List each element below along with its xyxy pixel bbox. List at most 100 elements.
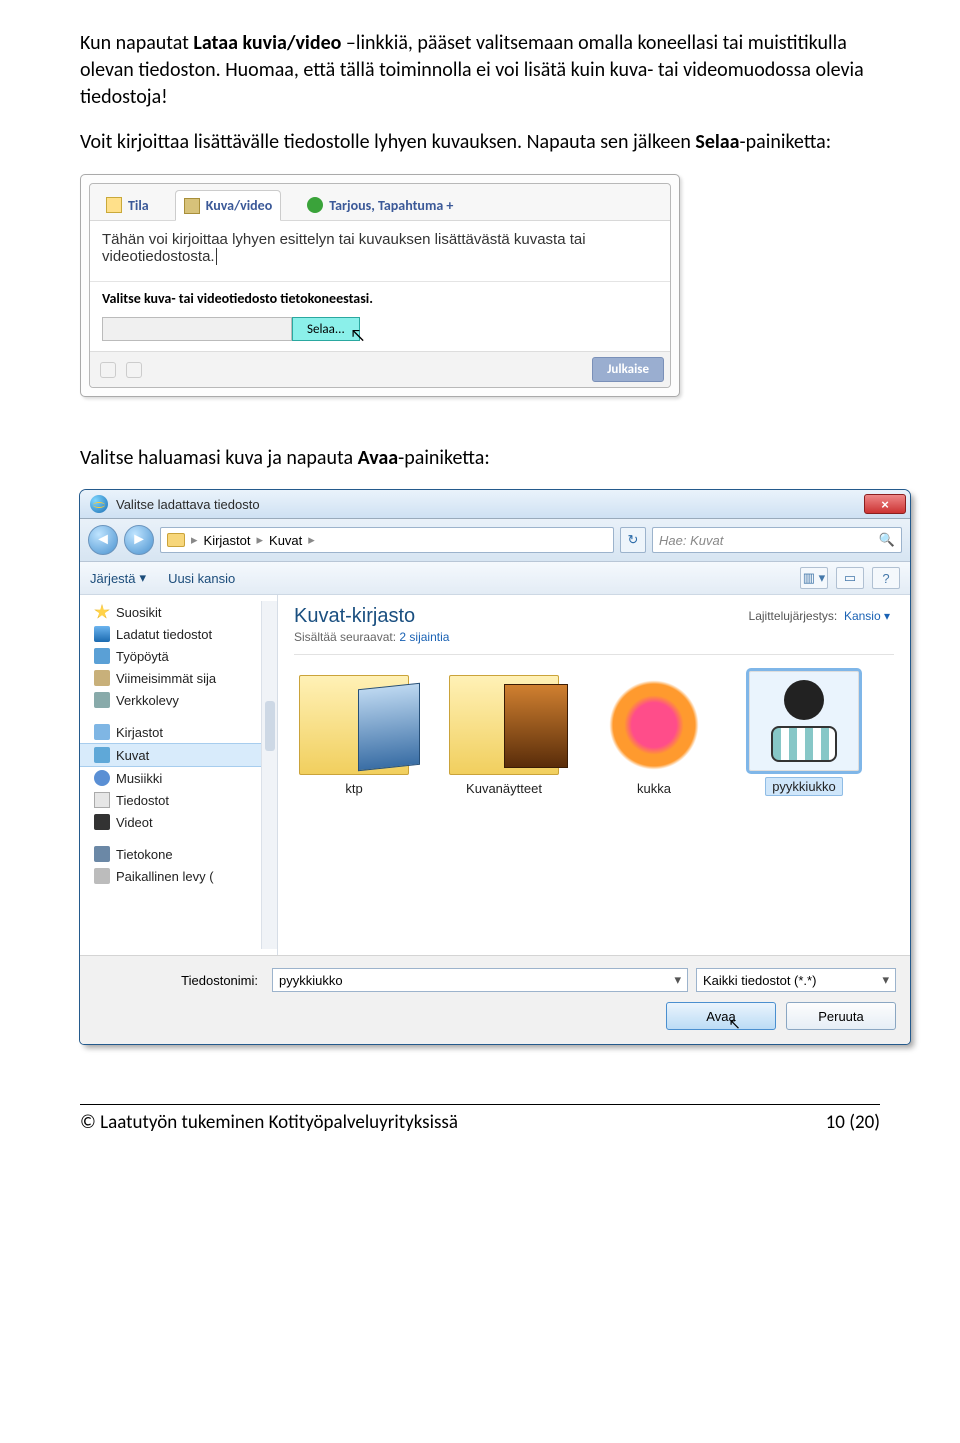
nav-computer[interactable]: Tietokone <box>80 843 277 865</box>
nav-documents[interactable]: Tiedostot <box>80 789 277 811</box>
breadcrumb-root: Kirjastot <box>204 533 251 548</box>
new-folder-label: Uusi kansio <box>168 571 235 586</box>
tab-offer-label: Tarjous, Tapahtuma + <box>329 197 453 214</box>
chevron-down-icon[interactable]: ▾ <box>674 972 681 988</box>
lib-sub-pre: Sisältää seuraavat: <box>294 630 399 644</box>
paragraph-2: Voit kirjoittaa lisättävälle tiedostolle… <box>80 129 880 156</box>
chevron-right-icon: ▸ <box>306 532 317 548</box>
open-button[interactable]: Avaa ↖ <box>666 1002 776 1030</box>
folder-icon <box>167 533 185 547</box>
sort-label: Lajittelujärjestys: <box>749 609 838 623</box>
nav-libraries[interactable]: Kirjastot <box>80 721 277 743</box>
open-file-dialog: Valitse ladattava tiedosto × ◄ ► ▸ Kirja… <box>80 490 910 1044</box>
refresh-button[interactable]: ↻ <box>620 527 646 553</box>
nav-downloads[interactable]: Ladatut tiedostot <box>80 623 277 645</box>
chevron-down-icon: ▾ <box>882 972 889 988</box>
composer-text: Tähän voi kirjoittaa lyhyen esittelyn ta… <box>102 231 586 265</box>
sort-value-link[interactable]: Kansio ▾ <box>844 609 890 623</box>
pictures-icon <box>94 747 110 763</box>
para3-post: -painiketta: <box>398 446 490 470</box>
chevron-down-icon: ▾ <box>140 570 147 586</box>
photo-icon <box>184 198 200 214</box>
tab-photo-video[interactable]: Kuva/video <box>175 190 282 221</box>
videos-icon <box>94 814 110 830</box>
filename-input[interactable]: pyykkiukko ▾ <box>272 968 688 992</box>
nav-music[interactable]: Musiikki <box>80 767 277 789</box>
sort-value-label: Kansio <box>844 609 881 623</box>
dialog-footer: Tiedostonimi: pyykkiukko ▾ Kaikki tiedos… <box>80 955 910 1044</box>
nav-network[interactable]: Verkkolevy <box>80 689 277 711</box>
computer-icon <box>94 846 110 862</box>
lib-locations-link[interactable]: 2 sijaintia <box>399 630 449 644</box>
nav-favorites[interactable]: Suosikit <box>80 601 277 623</box>
item-ktp[interactable]: ktp <box>294 675 414 796</box>
nav-local-disk[interactable]: Paikallinen levy ( <box>80 865 277 887</box>
cursor-icon: ↖ <box>728 1015 741 1033</box>
item-kukka[interactable]: kukka <box>594 675 714 796</box>
dialog-navbar: ◄ ► ▸ Kirjastot ▸ Kuvat ▸ ↻ Hae: Kuvat 🔍 <box>80 519 910 562</box>
para2-pre: Voit kirjoittaa lisättävälle tiedostolle… <box>80 130 695 154</box>
tab-photo-label: Kuva/video <box>206 197 273 214</box>
documents-icon <box>94 792 110 808</box>
view-mode-button[interactable]: ▥ ▾ <box>800 567 828 589</box>
item-label: kukka <box>594 781 714 796</box>
footer-right: 10 (20) <box>826 1111 880 1134</box>
item-label: ktp <box>294 781 414 796</box>
nav-pictures[interactable]: Kuvat <box>80 743 277 767</box>
para3-pre: Valitse haluamasi kuva ja napauta <box>80 446 358 470</box>
item-pyykkiukko[interactable]: pyykkiukko <box>744 671 864 796</box>
music-icon <box>94 770 110 786</box>
dialog-title: Valitse ladattava tiedosto <box>116 497 260 512</box>
paragraph-3: Valitse haluamasi kuva ja napauta Avaa-p… <box>80 445 880 472</box>
cancel-button[interactable]: Peruuta <box>786 1002 896 1030</box>
item-label: pyykkiukko <box>772 779 836 794</box>
nav-videos[interactable]: Videot <box>80 811 277 833</box>
document-footer: © Laatutyön tukeminen Kotityöpalveluyrit… <box>80 1104 880 1134</box>
publish-button[interactable]: Julkaise <box>592 357 664 382</box>
organize-menu[interactable]: Järjestä ▾ <box>90 570 146 586</box>
nav-favorites-label: Suosikit <box>116 605 162 620</box>
libraries-icon <box>94 724 110 740</box>
help-button[interactable]: ? <box>872 567 900 589</box>
composer-textarea[interactable]: Tähän voi kirjoittaa lyhyen esittelyn ta… <box>90 221 670 281</box>
forward-button[interactable]: ► <box>124 525 154 555</box>
nav-network-label: Verkkolevy <box>116 693 179 708</box>
filetype-select[interactable]: Kaikki tiedostot (*.*) ▾ <box>696 968 896 992</box>
new-folder-button[interactable]: Uusi kansio <box>168 570 235 586</box>
nav-desktop-label: Työpöytä <box>116 649 169 664</box>
folder-icon <box>299 675 409 775</box>
sort-order: Lajittelujärjestys: Kansio ▾ <box>749 609 890 623</box>
search-placeholder: Hae: Kuvat <box>659 533 723 548</box>
item-label: Kuvanäytteet <box>444 781 564 796</box>
search-input[interactable]: Hae: Kuvat 🔍 <box>652 527 902 553</box>
preview-pane-button[interactable]: ▭ <box>836 567 864 589</box>
back-button[interactable]: ◄ <box>88 525 118 555</box>
tab-offer-event[interactable]: Tarjous, Tapahtuma + <box>299 191 461 220</box>
close-button[interactable]: × <box>864 494 906 514</box>
nav-recent[interactable]: Viimeisimmät sija <box>80 667 277 689</box>
nav-scrollbar[interactable] <box>261 601 277 949</box>
close-icon: × <box>881 497 889 512</box>
nav-documents-label: Tiedostot <box>116 793 169 808</box>
image-thumbnail <box>599 675 709 775</box>
tab-status-label: Tila <box>128 197 149 214</box>
footer-left: © Laatutyön tukeminen Kotityöpalveluyrit… <box>80 1111 458 1134</box>
dialog-toolbar: Järjestä ▾ Uusi kansio ▥ ▾ ▭ ? <box>80 562 910 595</box>
file-path-field[interactable] <box>102 317 292 341</box>
filetype-label: Kaikki tiedostot (*.*) <box>703 973 816 988</box>
para1-bold: Lataa kuvia/video <box>193 31 341 55</box>
ie-icon <box>90 495 108 513</box>
nav-desktop[interactable]: Työpöytä <box>80 645 277 667</box>
browse-label: Selaa... <box>307 322 345 337</box>
para2-post: -painiketta: <box>740 130 832 154</box>
library-subtitle: Sisältää seuraavat: 2 sijaintia <box>294 630 894 644</box>
location-icon[interactable] <box>126 362 142 378</box>
item-samples[interactable]: Kuvanäytteet <box>444 675 564 796</box>
file-select-title: Valitse kuva- tai videotiedosto tietokon… <box>90 281 670 313</box>
star-icon <box>94 604 110 620</box>
clock-icon[interactable] <box>100 362 116 378</box>
chevron-right-icon: ▸ <box>255 532 266 548</box>
download-icon <box>94 626 110 642</box>
breadcrumb[interactable]: ▸ Kirjastot ▸ Kuvat ▸ <box>160 527 614 553</box>
tab-status[interactable]: Tila <box>98 191 157 220</box>
